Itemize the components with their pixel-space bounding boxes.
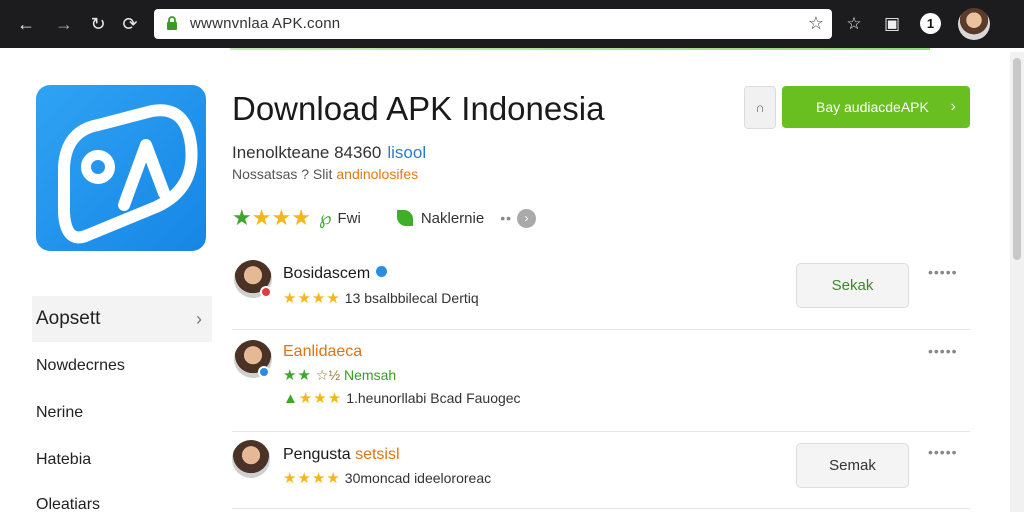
review-action-button[interactable]: Sekak xyxy=(796,263,909,308)
review-item: Eanlidaeca ★★ ☆½ Nemsah ▲★★★ 1.heunorllabi… xyxy=(232,336,970,428)
reviewer-name: Bosidascem xyxy=(283,265,388,283)
tag-icon: ℘ xyxy=(318,207,332,228)
chevron-right-icon: › xyxy=(196,309,202,329)
lock-icon xyxy=(167,16,177,30)
app-title: Download APK Indonesia xyxy=(232,90,605,127)
reviewer-name-text: Pengusta xyxy=(283,446,351,463)
scrollbar-thumb[interactable] xyxy=(1013,58,1021,260)
sidebar-item-label: Aopsett xyxy=(36,308,101,329)
star-icon: ★ xyxy=(291,205,311,230)
divider xyxy=(232,508,970,509)
review-text: ★★★★ 30moncad ideelororeac xyxy=(283,469,491,487)
reviewer-name-text: Bosidascem xyxy=(283,265,371,282)
app-icon xyxy=(36,85,206,251)
avatar[interactable] xyxy=(232,440,270,478)
star-rating-icon: ★★★★ xyxy=(283,290,341,307)
star-rating-icon: ▲★★★ xyxy=(283,390,343,407)
bookmark-star-icon[interactable]: ☆ xyxy=(808,13,824,34)
review-line: 13 bsalbbilecal Dertiq xyxy=(344,290,479,306)
review-line: Nemsah xyxy=(344,367,397,383)
more-dots-icon[interactable]: •• xyxy=(500,210,512,226)
loading-bar xyxy=(230,48,930,50)
detail-link[interactable]: andinolosifes xyxy=(336,166,418,182)
developer-name[interactable]: Naklernie xyxy=(421,210,484,227)
sidebar-item-label: Nowdecrnes xyxy=(36,357,125,374)
review-line: 1.heunorllabi Bcad Fauogec xyxy=(346,390,521,406)
developer-meta[interactable]: Naklernie xyxy=(396,210,484,227)
review-text: ▲★★★ 1.heunorllabi Bcad Fauogec xyxy=(283,389,521,407)
rating-meta: ℘ Fwi xyxy=(319,208,361,229)
profile-avatar[interactable] xyxy=(958,8,990,40)
address-bar[interactable]: wwwnvnlaa APK.conn ☆ xyxy=(154,9,832,39)
leaf-icon xyxy=(396,210,413,226)
star-rating-icon: ★★ xyxy=(283,367,312,384)
verified-icon xyxy=(376,266,388,277)
star-icon: ★ xyxy=(251,205,272,230)
reload-icon[interactable]: ↻ xyxy=(86,12,110,36)
sidebar-item-label: Hatebia xyxy=(36,451,92,468)
reviewer-tag: setsisl xyxy=(355,446,400,463)
back-icon[interactable]: ← xyxy=(14,12,38,36)
extension-icon[interactable]: ▣ xyxy=(880,12,904,36)
sidebar-item-oleatiars[interactable]: Oleatiars xyxy=(32,496,212,512)
url-text: wwwnvnlaa APK.conn xyxy=(190,15,341,32)
more-options-icon[interactable]: ••••• xyxy=(928,264,958,280)
star-rating-icon: ★★★★ xyxy=(283,470,341,487)
download-button-label: Bay audiacdeAPK xyxy=(816,99,929,115)
review-rating: ★★ ☆½ Nemsah xyxy=(283,366,396,384)
sidebar-item-label: Nerine xyxy=(36,404,84,421)
share-button[interactable]: ∩ xyxy=(744,86,776,129)
review-action-button[interactable]: Semak xyxy=(796,443,909,488)
sidebar-item-aopsett[interactable]: Aopsett › xyxy=(32,296,212,342)
more-options-icon[interactable]: ••••• xyxy=(928,343,958,359)
star-icon: ★ xyxy=(232,205,252,230)
detail-text: Nossatsas ? Slit xyxy=(232,166,333,182)
refresh-icon[interactable]: ⟳ xyxy=(118,12,142,36)
star-icon: ★ xyxy=(271,205,292,230)
sidebar-item-label: Oleatiars xyxy=(36,496,101,512)
status-badge-icon xyxy=(260,286,272,298)
divider xyxy=(232,431,970,432)
verified-badge-icon xyxy=(258,366,270,378)
app-detail: Nossatsas ? Slit andinolosifes xyxy=(232,166,418,182)
divider xyxy=(232,329,970,330)
rating-label: Fwi xyxy=(337,209,361,227)
review-text: ★★★★ 13 bsalbbilecal Dertiq xyxy=(283,289,479,307)
download-apk-button[interactable]: Bay audiacdeAPK › xyxy=(782,86,970,128)
app-subtitle: Inenolkteane 84360 lisool xyxy=(232,143,426,163)
chevron-right-icon[interactable]: › xyxy=(517,208,537,228)
notification-badge[interactable]: 1 xyxy=(920,13,941,34)
subtitle-text: Inenolkteane 84360 xyxy=(232,143,382,162)
rating-row: ★ ★ ★ ★ ℘ Fwi Naklernie •• › xyxy=(232,205,537,230)
forward-icon[interactable]: → xyxy=(52,12,76,36)
sidebar-item-nerine[interactable]: Nerine xyxy=(32,404,212,422)
review-line: 30moncad ideelororeac xyxy=(344,470,492,486)
reviewer-name: Eanlidaeca xyxy=(283,343,363,360)
half-star-icon: ☆½ xyxy=(315,367,345,383)
favorites-icon[interactable]: ☆ xyxy=(842,12,866,36)
sidebar-item-nowdecrnes[interactable]: Nowdecrnes xyxy=(32,357,212,375)
more-options-icon[interactable]: ••••• xyxy=(928,444,958,460)
browser-toolbar: ← → ↻ ⟳ wwwnvnlaa APK.conn ☆ ☆ ▣ 1 xyxy=(0,0,1024,48)
chevron-right-icon: › xyxy=(950,98,956,115)
sidebar-item-hatebia[interactable]: Hatebia xyxy=(32,451,212,469)
subtitle-link[interactable]: lisool xyxy=(387,143,426,162)
gamepad-logo-icon xyxy=(58,104,198,244)
reviewer-name: Pengusta setsisl xyxy=(283,446,400,464)
